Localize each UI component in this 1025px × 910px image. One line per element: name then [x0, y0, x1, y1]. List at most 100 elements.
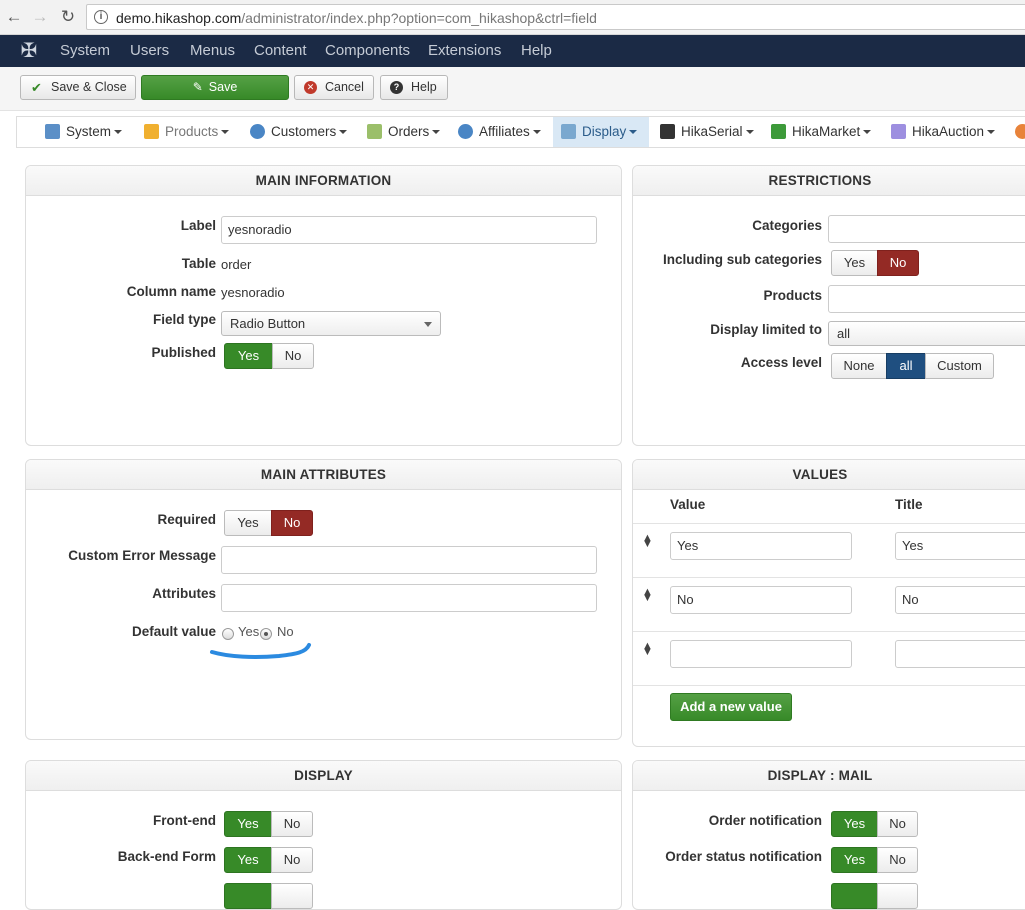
default-yes-radio[interactable]	[222, 628, 234, 640]
value-input[interactable]	[670, 640, 852, 668]
value-column-header: Value	[670, 497, 706, 512]
backend-listing-yes[interactable]	[224, 883, 272, 909]
affiliates-icon	[458, 124, 473, 139]
title-input[interactable]: Yes	[895, 532, 1025, 560]
chevron-down-icon	[424, 322, 432, 327]
info-icon[interactable]: i	[94, 10, 108, 24]
access-level-toggle: None all Custom	[831, 353, 994, 379]
question-icon: ?	[390, 81, 403, 94]
required-yes[interactable]: Yes	[224, 510, 272, 536]
tools-icon	[45, 124, 60, 139]
save-button[interactable]: ✎ Save	[141, 75, 289, 100]
hika-menu-system[interactable]: System	[45, 117, 123, 147]
sub-categories-no[interactable]: No	[877, 250, 919, 276]
hika-menu-orders[interactable]: Orders	[367, 117, 441, 147]
orders-icon	[367, 124, 382, 139]
backend-listing-no[interactable]	[271, 883, 313, 909]
forward-icon[interactable]: →	[29, 6, 51, 28]
panel-title: RESTRICTIONS	[633, 166, 1025, 196]
required-label: Required	[157, 512, 216, 527]
browser-bar: ← → ↻ i demo.hikashop.com/administrator/…	[0, 0, 1025, 35]
categories-label: Categories	[752, 218, 822, 233]
frontend-no[interactable]: No	[271, 811, 313, 837]
value-input[interactable]: No	[670, 586, 852, 614]
address-bar[interactable]: i demo.hikashop.com/administrator/index.…	[86, 4, 1025, 30]
access-custom[interactable]: Custom	[925, 353, 994, 379]
drag-handle-icon[interactable]: ▲ ▼	[642, 641, 653, 658]
users-icon	[250, 124, 265, 139]
hika-menu-customers[interactable]: Customers	[250, 117, 348, 147]
menu-help[interactable]: Help	[521, 42, 552, 59]
backend-form-label: Back-end Form	[117, 849, 216, 864]
menu-components[interactable]: Components	[325, 42, 410, 59]
order-notification-no[interactable]: No	[877, 811, 918, 837]
menu-system[interactable]: System	[60, 42, 110, 59]
title-input[interactable]	[895, 640, 1025, 668]
backend-form-no[interactable]: No	[271, 847, 313, 873]
cancel-button[interactable]: ✕ Cancel	[294, 75, 374, 100]
menu-extensions[interactable]: Extensions	[428, 42, 501, 59]
order-status-label: Order status notification	[665, 849, 822, 864]
order-creation-yes[interactable]	[831, 883, 878, 909]
hika-menu-more[interactable]	[1015, 117, 1025, 147]
hika-menu-hikaauction[interactable]: HikaAuction	[891, 117, 996, 147]
drag-handle-icon[interactable]: ▲ ▼	[642, 587, 653, 604]
frontend-yes[interactable]: Yes	[224, 811, 272, 837]
hika-menu-hikamarket[interactable]: HikaMarket	[771, 117, 872, 147]
backend-form-toggle: Yes No	[224, 847, 313, 873]
hika-menu-display[interactable]: Display	[553, 117, 649, 147]
attributes-label: Attributes	[152, 586, 216, 601]
required-toggle: Yes No	[224, 510, 313, 536]
default-no-radio[interactable]	[260, 628, 272, 640]
published-label: Published	[151, 345, 216, 360]
categories-input[interactable]	[828, 215, 1025, 243]
menu-users[interactable]: Users	[130, 42, 169, 59]
value-input[interactable]: Yes	[670, 532, 852, 560]
annotation-underline	[210, 643, 311, 659]
panel-title: DISPLAY	[26, 761, 621, 791]
order-status-toggle: Yes No	[831, 847, 918, 873]
order-status-no[interactable]: No	[877, 847, 918, 873]
hika-menu-products[interactable]: Products	[144, 117, 230, 147]
hika-menu-hikaserial[interactable]: HikaSerial	[660, 117, 754, 147]
drag-handle-icon[interactable]: ▲ ▼	[642, 533, 653, 550]
display-limited-select[interactable]: all	[828, 321, 1025, 346]
order-notification-yes[interactable]: Yes	[831, 811, 878, 837]
default-value-label: Default value	[131, 624, 216, 639]
title-input[interactable]: No	[895, 586, 1025, 614]
published-toggle: Yes No	[224, 343, 314, 369]
order-creation-no[interactable]	[877, 883, 918, 909]
access-all[interactable]: all	[886, 353, 926, 379]
label-input[interactable]: yesnoradio	[221, 216, 597, 244]
reload-icon[interactable]: ↻	[57, 6, 79, 28]
custom-error-input[interactable]	[221, 546, 597, 574]
column-name-value: yesnoradio	[221, 285, 285, 300]
products-input[interactable]	[828, 285, 1025, 313]
joomla-logo-icon[interactable]: ✠	[18, 40, 40, 62]
menu-menus[interactable]: Menus	[190, 42, 235, 59]
backend-form-yes[interactable]: Yes	[224, 847, 272, 873]
backend-listing-toggle	[224, 883, 313, 909]
hika-menu-affiliates[interactable]: Affiliates	[458, 117, 541, 147]
main-information-panel: MAIN INFORMATION Label yesnoradio Table …	[25, 165, 622, 446]
order-creation-toggle	[831, 883, 918, 909]
cancel-icon: ✕	[304, 81, 317, 94]
access-none[interactable]: None	[831, 353, 887, 379]
published-yes[interactable]: Yes	[224, 343, 273, 369]
save-close-button[interactable]: ✔ Save & Close	[20, 75, 136, 100]
url-text: demo.hikashop.com/administrator/index.ph…	[116, 10, 597, 26]
back-icon[interactable]: ←	[3, 6, 25, 28]
serial-icon	[660, 124, 675, 139]
attributes-input[interactable]	[221, 584, 597, 612]
order-notification-label: Order notification	[708, 813, 822, 828]
default-no-label: No	[277, 624, 294, 639]
published-no[interactable]: No	[272, 343, 314, 369]
menu-content[interactable]: Content	[254, 42, 307, 59]
check-icon: ✔	[31, 80, 42, 95]
required-no[interactable]: No	[271, 510, 313, 536]
order-status-yes[interactable]: Yes	[831, 847, 878, 873]
help-button[interactable]: ? Help	[380, 75, 448, 100]
sub-categories-yes[interactable]: Yes	[831, 250, 878, 276]
add-value-button[interactable]: Add a new value	[670, 693, 792, 721]
field-type-select[interactable]: Radio Button	[221, 311, 441, 336]
